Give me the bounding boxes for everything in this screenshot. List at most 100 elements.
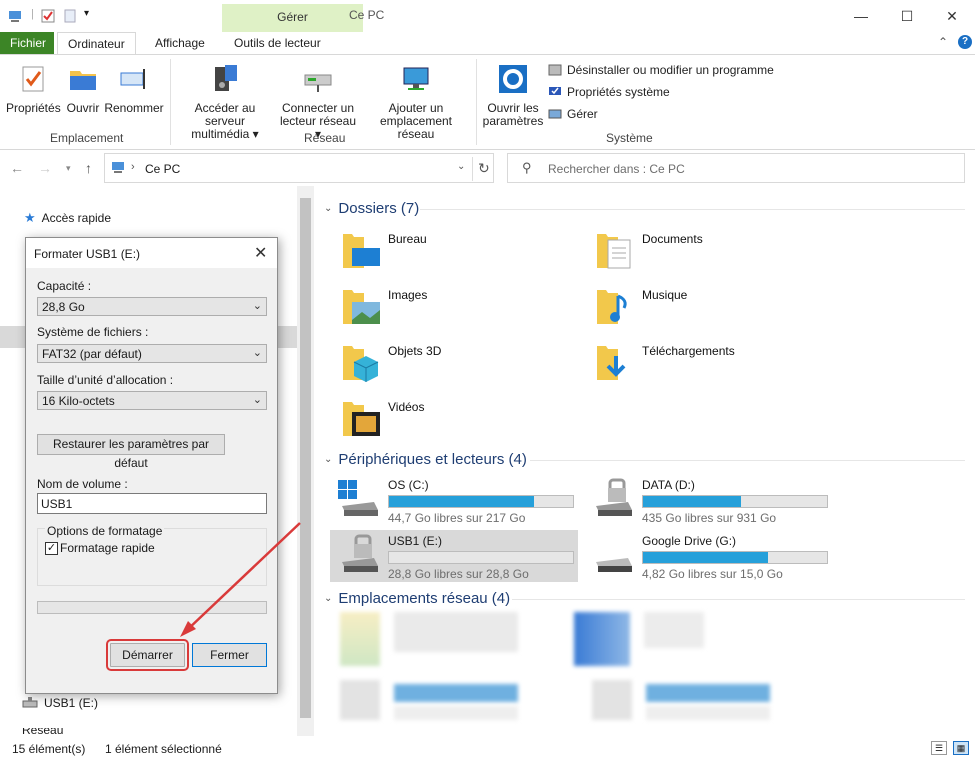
3d-objects-folder-icon: [343, 346, 379, 382]
renommer-button[interactable]: Renommer: [104, 63, 164, 115]
drive-icon: [596, 558, 632, 572]
proprietes-systeme-button[interactable]: Propriétés système: [548, 85, 670, 99]
section-reseau[interactable]: ⌄ Emplacements réseau (4): [324, 590, 510, 607]
nom-volume-input[interactable]: USB1: [37, 493, 267, 514]
gerer-button[interactable]: Gérer: [548, 107, 598, 121]
tab-outils-de-lecteur[interactable]: Outils de lecteur: [224, 32, 331, 54]
up-arrow-icon[interactable]: ↑: [85, 160, 92, 176]
drive-os-c[interactable]: OS (C:) 44,7 Go libres sur 217 Go: [330, 474, 578, 526]
open-folder-icon: [70, 71, 96, 90]
group-emplacement-label: Emplacement: [50, 131, 124, 145]
desinstaller-button[interactable]: Désinstaller ou modifier un programme: [548, 63, 774, 77]
tab-ordinateur[interactable]: Ordinateur: [57, 32, 136, 55]
folder-bureau[interactable]: Bureau: [340, 230, 580, 280]
demarrer-button[interactable]: Démarrer: [106, 639, 189, 671]
windows-drive-icon: [338, 480, 378, 516]
collapse-chevron-icon[interactable]: ⌄: [324, 454, 332, 465]
close-icon[interactable]: ✕: [929, 0, 975, 32]
tiles-view-icon[interactable]: ▦: [953, 741, 969, 755]
ouvrir-parametres-button[interactable]: Ouvrir les paramètres: [482, 63, 544, 128]
context-group-label: Gérer: [222, 4, 363, 32]
ouvrir-button[interactable]: Ouvrir: [64, 63, 102, 115]
back-arrow-icon[interactable]: ←: [10, 160, 24, 176]
format-dialog: Formater USB1 (E:) ✕ Capacité : 28,8 Go …: [25, 237, 278, 694]
address-divider: [472, 157, 473, 181]
navigation-bar: ← → ▾ ↑ › Ce PC ⌄ ↻ ⚲ Rechercher dans : …: [0, 150, 975, 186]
format-progress-bar: [37, 601, 267, 614]
systeme-fichiers-label: Système de fichiers :: [37, 325, 149, 339]
dialog-titlebar: Formater USB1 (E:) ✕: [26, 238, 277, 268]
address-path[interactable]: Ce PC: [145, 162, 180, 176]
help-icon[interactable]: ?: [958, 35, 972, 49]
search-box[interactable]: ⚲ Rechercher dans : Ce PC: [507, 153, 965, 183]
selection-count: 1 élément sélectionné: [105, 742, 222, 756]
formatage-rapide-checkbox[interactable]: ✓: [45, 542, 58, 555]
maximize-icon[interactable]: ☐: [884, 0, 930, 32]
drive-usage-bar: [388, 551, 574, 564]
tab-affichage[interactable]: Affichage: [145, 32, 215, 54]
drive-google-drive-g[interactable]: Google Drive (G:) 4,82 Go libres sur 15,…: [584, 530, 832, 582]
fermer-button[interactable]: Fermer: [192, 643, 267, 667]
nav-scrollbar-thumb[interactable]: [300, 198, 311, 718]
customize-toolbar-icon[interactable]: ▾: [84, 8, 100, 24]
group-reseau-label: Réseau: [304, 131, 346, 145]
locked-drive-icon: [596, 478, 632, 516]
properties-icon: [22, 66, 44, 92]
usb-drive-icon: [22, 697, 38, 708]
capacite-select[interactable]: 28,8 Go ⌄: [37, 297, 267, 316]
address-dropdown-icon[interactable]: ⌄: [457, 161, 465, 172]
acceder-serveur-button[interactable]: Accéder au serveur multimédia ▾: [176, 63, 274, 141]
properties-icon[interactable]: [40, 8, 56, 24]
collapse-chevron-icon[interactable]: ⌄: [324, 593, 332, 604]
breadcrumb-chevron-icon[interactable]: ›: [131, 161, 135, 173]
restaurer-defaut-button[interactable]: Restaurer les paramètres par défaut: [37, 434, 225, 470]
folder-telechargements[interactable]: Téléchargements: [594, 342, 834, 392]
chevron-down-icon: ⌄: [252, 300, 262, 312]
add-network-location-icon: [403, 67, 429, 90]
ajouter-emplacement-button[interactable]: Ajouter un emplacement réseau: [362, 63, 470, 141]
drive-usage-bar: [642, 551, 828, 564]
details-view-icon[interactable]: ☰: [931, 741, 947, 755]
nav-item-acces-rapide[interactable]: ★ Accès rapide: [24, 210, 111, 226]
ribbon-separator: [476, 59, 477, 145]
desktop-folder-icon: [343, 234, 380, 268]
address-bar[interactable]: › Ce PC ⌄ ↻: [104, 153, 494, 183]
folder-objets-3d[interactable]: Objets 3D: [340, 342, 580, 392]
folder-images[interactable]: Images: [340, 286, 580, 336]
nav-item-reseau[interactable]: Réseau: [22, 728, 63, 736]
folder-videos[interactable]: Vidéos: [340, 398, 580, 448]
connecter-lecteur-button[interactable]: Connecter un lecteur réseau ▾: [276, 63, 360, 141]
systeme-fichiers-select[interactable]: FAT32 (par défaut) ⌄: [37, 344, 267, 363]
folder-musique[interactable]: Musique: [594, 286, 834, 336]
tab-fichier[interactable]: Fichier: [0, 32, 54, 54]
collapse-chevron-icon[interactable]: ⌄: [324, 203, 332, 214]
recent-locations-icon[interactable]: ▾: [66, 163, 71, 174]
settings-gear-icon: [499, 65, 527, 93]
dialog-close-icon[interactable]: ✕: [254, 243, 267, 263]
system-properties-icon: [549, 87, 561, 95]
section-divider: [530, 460, 965, 461]
drive-usb1-e[interactable]: USB1 (E:) 28,8 Go libres sur 28,8 Go: [330, 530, 578, 582]
search-input[interactable]: Rechercher dans : Ce PC: [548, 162, 685, 176]
new-folder-icon[interactable]: [62, 8, 78, 24]
computer-icon[interactable]: [8, 8, 24, 24]
forward-arrow-icon[interactable]: →: [38, 160, 52, 176]
section-dossiers[interactable]: ⌄ Dossiers (7): [324, 200, 419, 217]
folder-documents[interactable]: Documents: [594, 230, 834, 280]
window-title: Ce PC: [349, 8, 385, 22]
videos-folder-icon: [343, 402, 380, 436]
proprietes-button[interactable]: Propriétés: [6, 63, 61, 115]
drive-data-d[interactable]: DATA (D:) 435 Go libres sur 931 Go: [584, 474, 832, 526]
nom-volume-label: Nom de volume :: [37, 477, 128, 491]
manage-icon: [548, 109, 562, 119]
dialog-title: Formater USB1 (E:): [34, 247, 141, 261]
computer-icon: [112, 162, 124, 173]
refresh-icon[interactable]: ↻: [478, 160, 490, 177]
taille-unite-select[interactable]: 16 Kilo-octets ⌄: [37, 391, 267, 410]
nav-item-usb1[interactable]: USB1 (E:): [22, 696, 98, 710]
section-peripheriques[interactable]: ⌄ Périphériques et lecteurs (4): [324, 451, 527, 468]
collapse-ribbon-icon[interactable]: ⌃: [938, 35, 948, 49]
formatage-rapide-label[interactable]: Formatage rapide: [60, 541, 155, 555]
minimize-icon[interactable]: —: [838, 0, 884, 32]
locked-drive-icon: [342, 534, 378, 572]
